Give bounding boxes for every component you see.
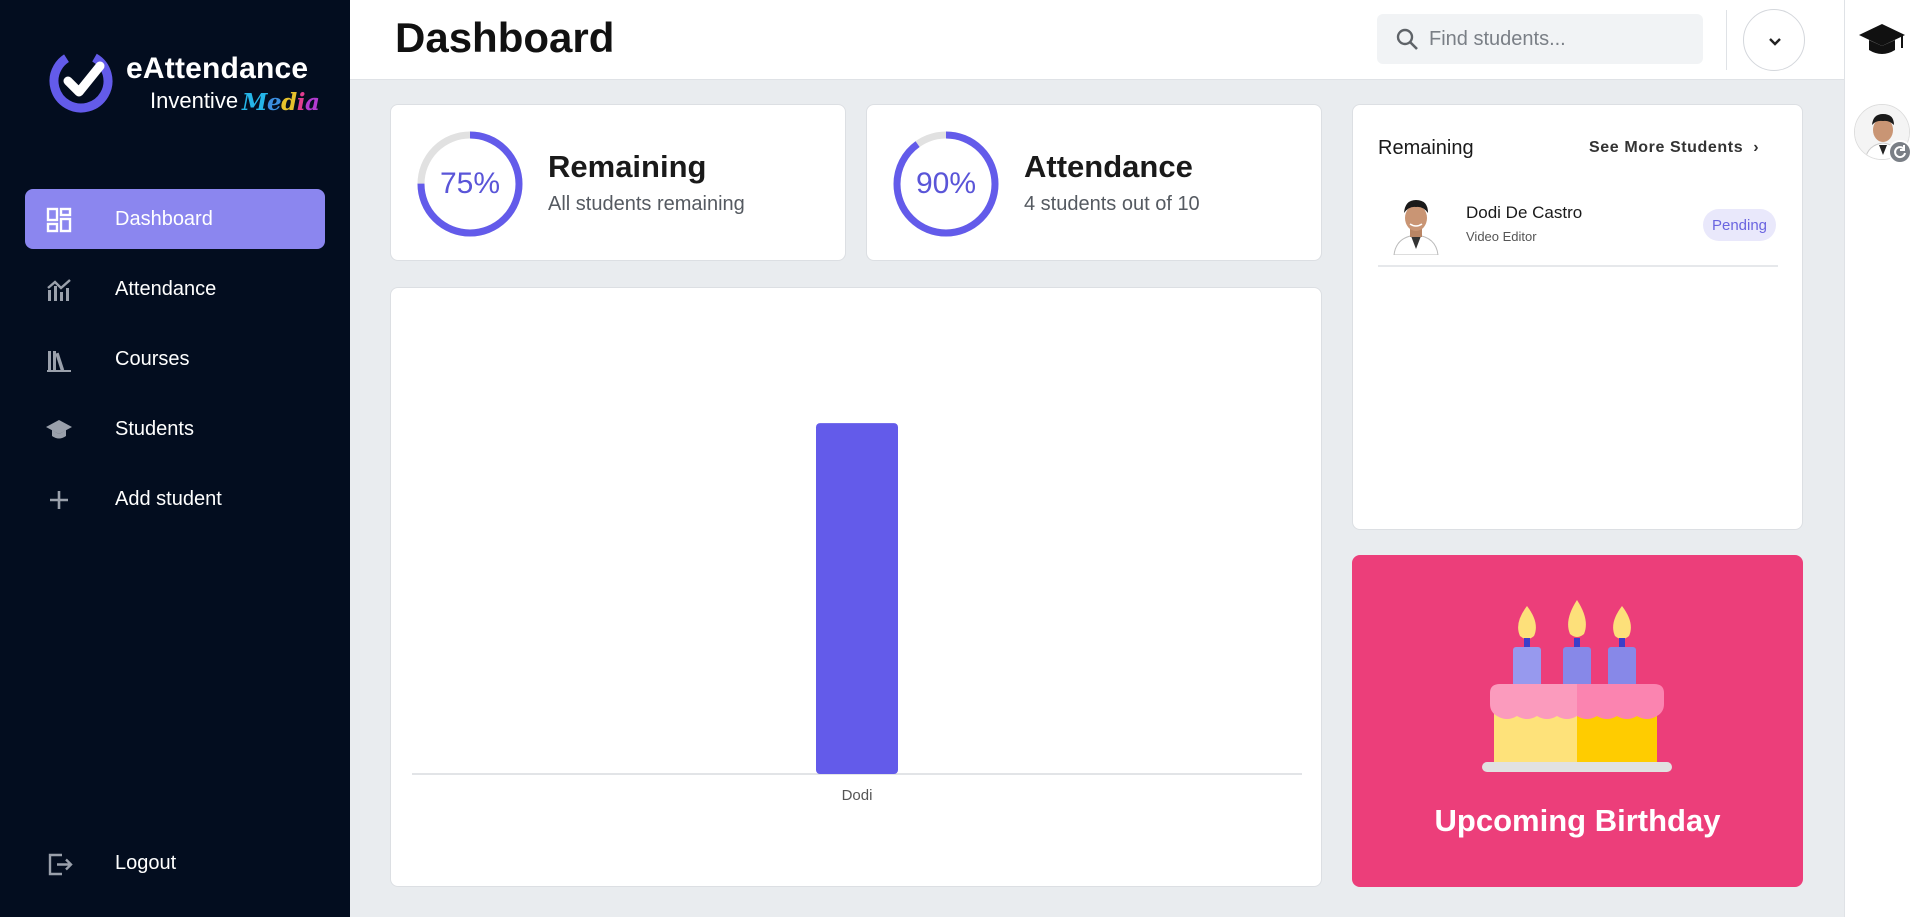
birthday-cake-icon [1482,600,1672,772]
sidebar-item-label: Dashboard [115,208,213,230]
see-more-students-link[interactable]: See More Students › [1589,139,1759,157]
plus-icon [45,486,73,514]
sidebar-item-attendance[interactable]: Attendance [25,259,325,319]
search-box [1377,14,1703,64]
sidebar-item-courses[interactable]: Courses [25,329,325,389]
graduation-cap-icon[interactable] [1857,18,1907,62]
sidebar-item-add-student[interactable]: Add student [25,469,325,529]
attendance-stat-card: 90% Attendance 4 students out of 10 [866,104,1322,261]
student-role: Video Editor [1466,229,1537,244]
chart-icon [45,276,73,304]
logout-button[interactable]: Logout [25,833,325,893]
chart-bar[interactable] [816,423,898,774]
attendance-bar-chart: Dodi [412,423,1302,804]
attendance-percent: 90% [915,167,977,200]
sidebar-item-label: Add student [115,488,222,510]
profile-dropdown-button[interactable] [1743,9,1805,71]
sidebar-item-label: Courses [115,348,190,370]
student-avatar [1393,200,1439,255]
status-badge: Pending [1703,209,1776,241]
remaining-stat-card: 75% Remaining All students remaining [390,104,846,261]
stat-title: Remaining [548,149,707,184]
logo-check-icon [49,49,113,113]
birthday-title: Upcoming Birthday [1434,803,1721,838]
graduation-cap-icon [45,416,73,444]
dashboard-icon [45,206,73,234]
chevron-down-icon [1769,38,1781,46]
sidebar-item-dashboard[interactable]: Dashboard [25,189,325,249]
library-icon [45,346,73,374]
search-input[interactable] [1429,14,1694,64]
sidebar-item-label: Attendance [115,278,217,300]
right-rail [1844,0,1919,917]
student-name: Dodi De Castro [1466,203,1583,222]
chevron-right-icon: › [1753,139,1760,156]
panel-title: Remaining [1378,137,1474,159]
sync-badge-icon [1888,140,1912,164]
header-divider [1726,10,1727,70]
logout-icon [45,850,73,878]
remaining-percent: 75% [439,167,501,200]
sidebar-item-label: Students [115,418,194,440]
remaining-students-panel: Remaining See More Students › Dodi De Cas… [1352,104,1803,530]
page-title: Dashboard [395,14,615,61]
sidebar-item-students[interactable]: Students [25,399,325,459]
stat-subtitle: 4 students out of 10 [1024,193,1200,215]
brand-media-wordmark: Media [242,89,320,116]
sidebar-nav: Dashboard Attendance Courses Students Ad… [25,189,325,539]
x-tick-label: Dodi [842,787,873,804]
brand-subtitle: Inventive [150,88,239,113]
stat-subtitle: All students remaining [548,193,745,215]
attendance-chart-card: Dodi [390,287,1322,887]
top-header: Dashboard [350,0,1844,80]
upcoming-birthday-card[interactable]: Upcoming Birthday [1352,555,1803,887]
stat-title: Attendance [1024,149,1193,184]
brand-title: eAttendance [126,52,309,85]
logout-label: Logout [115,852,177,874]
sidebar: eAttendance Inventive Media Dashboard At… [0,0,350,917]
search-icon [1395,27,1419,51]
student-row[interactable]: Dodi De Castro Video Editor Pending [1378,187,1778,267]
brand-logo[interactable]: eAttendance Inventive Media [48,46,320,118]
see-more-label: See More Students [1589,139,1744,156]
